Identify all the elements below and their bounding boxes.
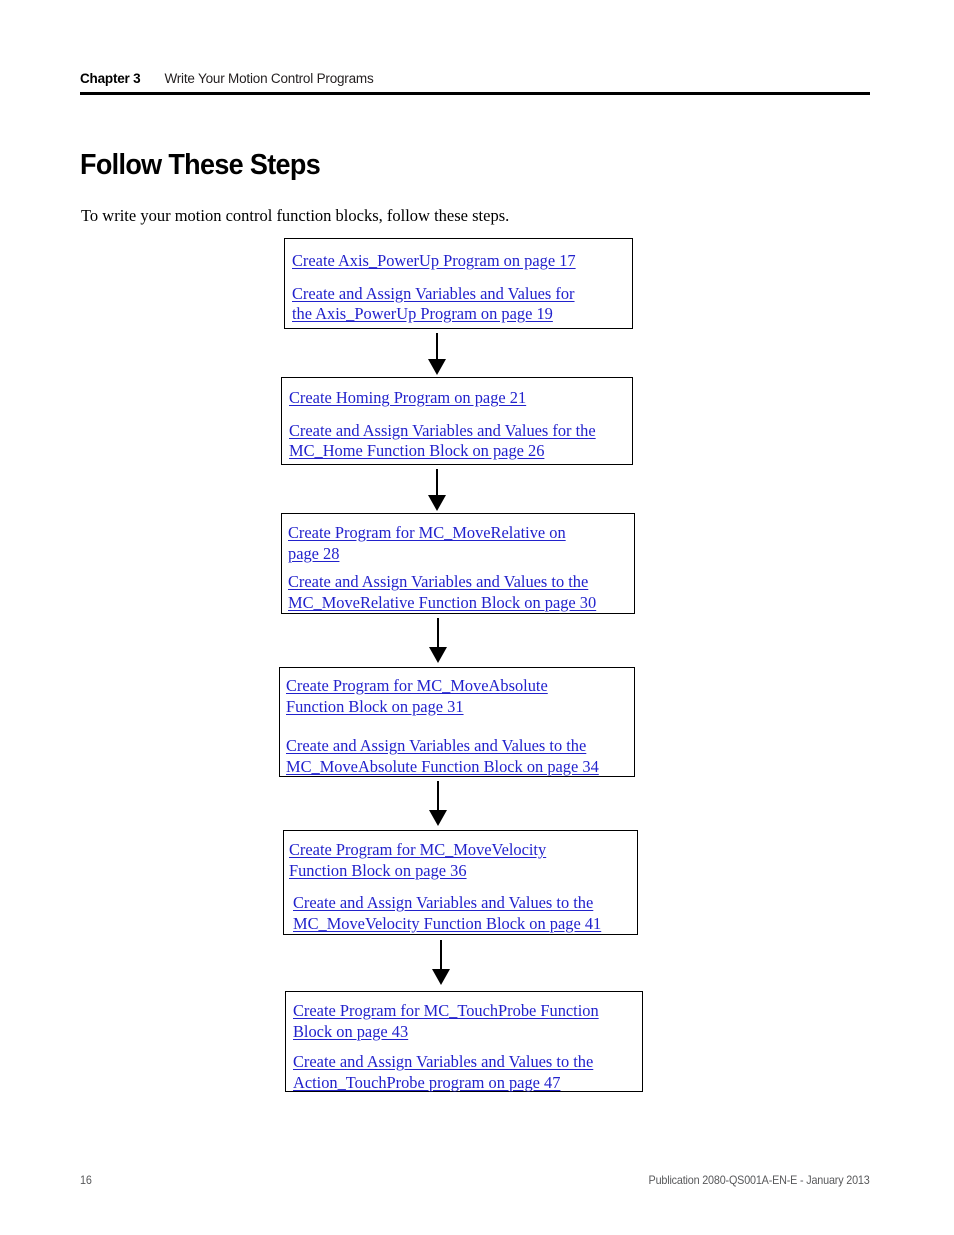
- flow-step-box-3: Create Program for MC_MoveRelative on pa…: [281, 513, 635, 614]
- flow-link-3-1[interactable]: Create Program for MC_MoveRelative on pa…: [288, 523, 634, 564]
- flow-step-box-2: Create Homing Program on page 21 Create …: [281, 377, 633, 465]
- flow-link-6-2[interactable]: Create and Assign Variables and Values t…: [293, 1052, 642, 1093]
- flow-step-box-1: Create Axis_PowerUp Program on page 17 C…: [284, 238, 633, 329]
- flow-link-1-1[interactable]: Create Axis_PowerUp Program on page 17: [292, 251, 632, 272]
- flow-link-5-1[interactable]: Create Program for MC_MoveVelocity Funct…: [289, 840, 637, 881]
- flow-step-box-6: Create Program for MC_TouchProbe Functio…: [285, 991, 643, 1092]
- flow-connector-arrow-2: [426, 469, 448, 511]
- flow-link-4-1[interactable]: Create Program for MC_MoveAbsolute Funct…: [286, 676, 634, 717]
- flow-link-5-2[interactable]: Create and Assign Variables and Values t…: [289, 893, 637, 934]
- flow-step-box-4: Create Program for MC_MoveAbsolute Funct…: [279, 667, 635, 777]
- footer-publication-info: Publication 2080-QS001A-EN-E - January 2…: [649, 1173, 870, 1187]
- flow-connector-arrow-4: [427, 781, 449, 827]
- flow-link-3-2[interactable]: Create and Assign Variables and Values t…: [288, 572, 634, 613]
- flow-link-6-1[interactable]: Create Program for MC_TouchProbe Functio…: [293, 1001, 642, 1042]
- footer-page-number: 16: [80, 1173, 92, 1187]
- flow-link-2-2[interactable]: Create and Assign Variables and Values f…: [289, 421, 632, 462]
- flow-link-1-2[interactable]: Create and Assign Variables and Values f…: [292, 284, 632, 325]
- flow-connector-arrow-5: [430, 940, 452, 986]
- flow-step-box-5: Create Program for MC_MoveVelocity Funct…: [283, 830, 638, 935]
- flow-connector-arrow-3: [427, 618, 449, 664]
- flow-link-2-1[interactable]: Create Homing Program on page 21: [289, 388, 632, 409]
- flow-connector-arrow-1: [426, 333, 448, 375]
- flow-link-4-2[interactable]: Create and Assign Variables and Values t…: [286, 736, 634, 777]
- follow-these-steps-flowchart: Create Axis_PowerUp Program on page 17 C…: [0, 0, 954, 1235]
